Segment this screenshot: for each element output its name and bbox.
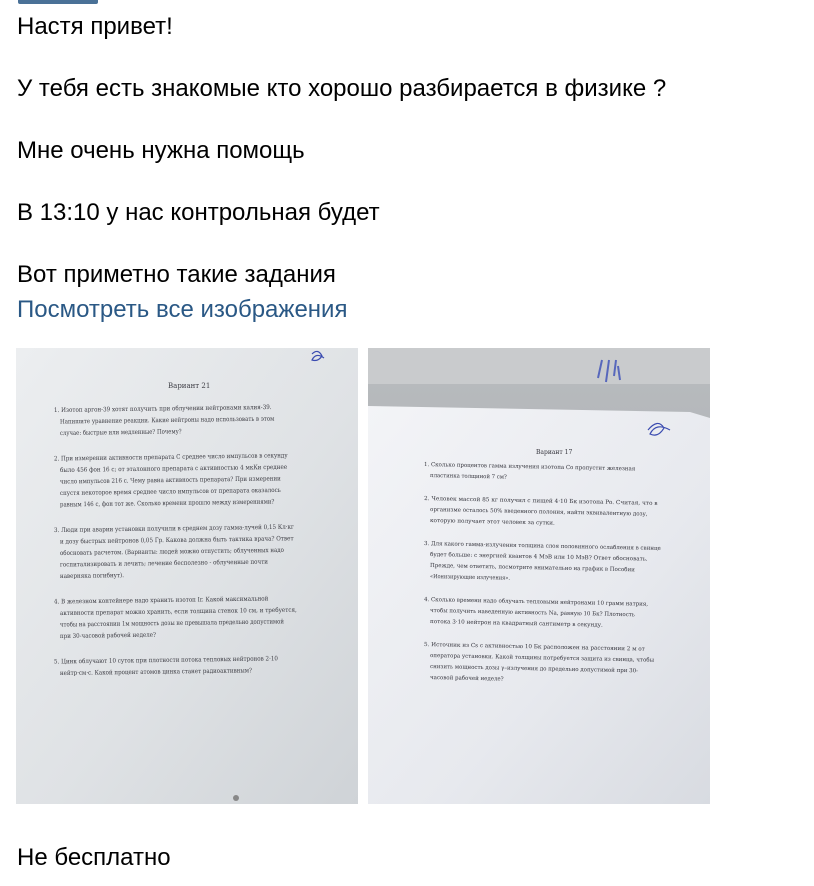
- message-help: Мне очень нужна помощь: [17, 137, 305, 164]
- sheet-line: наверняка погибнут).: [60, 572, 124, 580]
- message-question: У тебя есть знакомые кто хорошо разбирае…: [17, 75, 667, 102]
- photo-variant-21-image: Вариант 21 1. Изотоп аргон-39 хотят полу…: [16, 348, 358, 804]
- photo-variant-17[interactable]: Вариант 17 1. Сколько процентов гамма из…: [368, 348, 710, 804]
- photo-variant-17-image: Вариант 17 1. Сколько процентов гамма из…: [368, 348, 710, 804]
- previous-message-edge: [18, 0, 98, 4]
- message-greeting: Настя привет!: [17, 13, 173, 40]
- message-not-free: Не бесплатно: [17, 844, 171, 871]
- message-test-time: В 13:10 у нас контрольная будет: [17, 199, 380, 226]
- message-tasks: Вот приметно такие задания: [17, 261, 336, 288]
- sheet-title: Вариант 17: [536, 449, 572, 456]
- view-all-images-link[interactable]: Посмотреть все изображения: [17, 295, 347, 325]
- sheet-title: Вариант 21: [168, 382, 210, 390]
- photo-variant-21[interactable]: Вариант 21 1. Изотоп аргон-39 хотят полу…: [16, 348, 358, 804]
- sheet-line: при 30-часовой рабочей неделе?: [60, 632, 157, 640]
